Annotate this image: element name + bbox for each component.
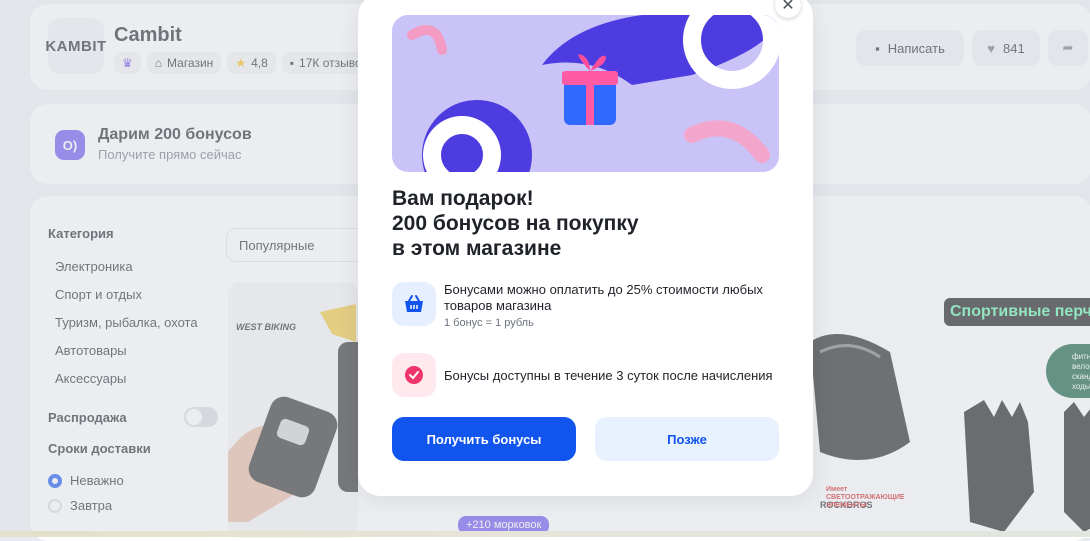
info-text-1: Бонусами можно оплатить до 25% стоимости…: [444, 282, 763, 314]
clock-icon: [392, 353, 436, 397]
modal-title-line: Вам подарок!: [392, 187, 534, 210]
later-button[interactable]: Позже: [595, 417, 779, 461]
info-line: Бонусами можно оплатить до 25% стоимости…: [444, 282, 763, 297]
get-bonuses-button[interactable]: Получить бонусы: [392, 417, 576, 461]
modal-title: Вам подарок! 200 бонусов на покупку в эт…: [392, 186, 772, 261]
basket-icon: [392, 282, 436, 326]
modal-banner-image: [392, 15, 779, 172]
modal-title-line: в этом магазине: [392, 237, 562, 260]
info-text-2: Бонусы доступны в течение 3 суток после …: [444, 368, 773, 383]
info-line: товаров магазина: [444, 298, 552, 313]
bonus-modal: Вам подарок! 200 бонусов на покупку в эт…: [358, 0, 813, 496]
info-note: 1 бонус = 1 рубль: [444, 317, 534, 329]
modal-title-line: 200 бонусов на покупку: [392, 212, 639, 235]
gift-illustration: [392, 15, 779, 172]
